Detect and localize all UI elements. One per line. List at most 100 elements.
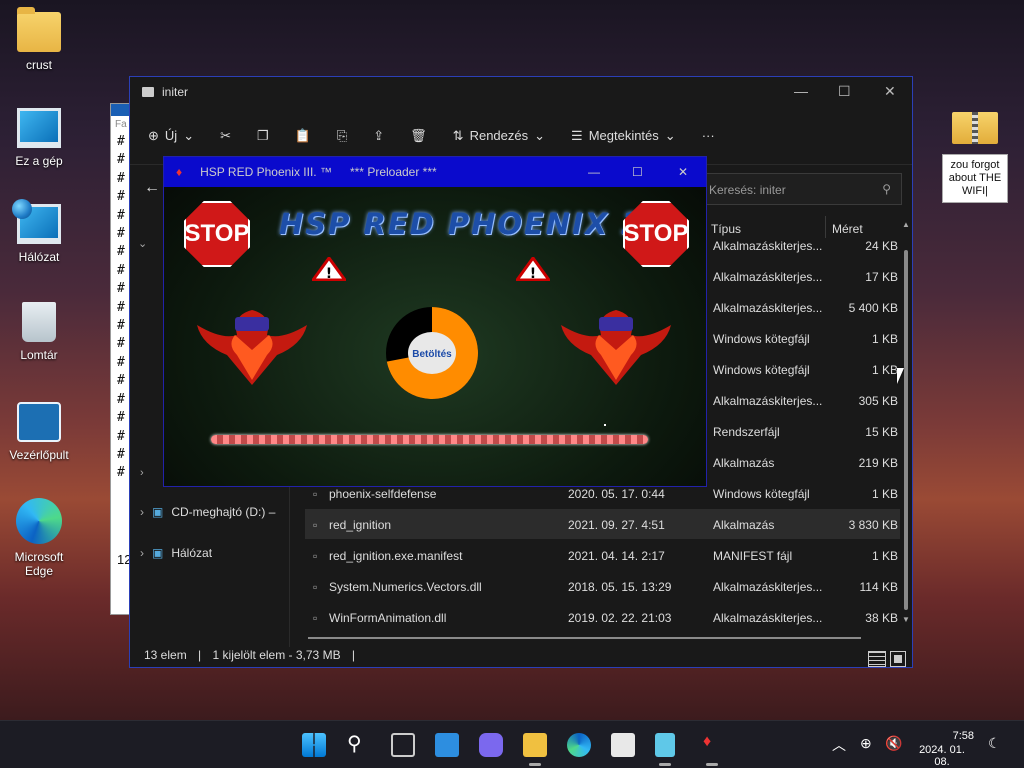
chevron-down-icon[interactable]: ⌄ — [138, 237, 147, 250]
rename-icon[interactable]: ⎘ — [337, 128, 347, 144]
store-icon[interactable] — [611, 733, 635, 757]
file-size: 3 830 KB — [848, 518, 898, 532]
file-date: 2020. 05. 17. 0:44 — [568, 487, 665, 501]
search-icon[interactable]: ⚲ — [347, 731, 371, 755]
minimize-button[interactable]: — — [588, 165, 600, 179]
delete-icon[interactable]: 🗑 — [410, 128, 427, 144]
network-icon — [12, 199, 61, 244]
stop-sign-icon: STOP — [623, 201, 689, 267]
desktop-icon-edge[interactable]: Microsoft Edge — [0, 498, 78, 578]
loading-ring: Betöltés — [386, 307, 478, 399]
start-icon[interactable] — [302, 733, 326, 757]
svg-text:!: ! — [326, 266, 332, 281]
widgets-icon[interactable] — [435, 733, 459, 757]
view-icon: ☰ — [571, 127, 583, 143]
file-size: 17 KB — [865, 270, 898, 284]
clock[interactable]: 7:58 2024. 01. 08. — [910, 730, 974, 768]
desktop-icon-crust[interactable]: crust — [0, 7, 78, 72]
phoenix-app-icon[interactable]: ♦ — [703, 733, 727, 757]
view-button[interactable]: ☰ Megtekintés ⌄ — [571, 128, 676, 144]
active-indicator — [706, 763, 718, 766]
plus-icon: ⊕ — [148, 127, 159, 143]
phoenix-logo-icon — [561, 310, 671, 385]
maximize-button[interactable]: ☐ — [632, 165, 643, 179]
file-size: 1 KB — [871, 363, 898, 377]
tiles-view-icon[interactable] — [890, 651, 906, 667]
file-icon: ▫ — [313, 487, 318, 501]
notepad-icon[interactable] — [655, 733, 675, 757]
nav-item-cd-drive[interactable]: › ▣ CD-meghajtó (D:) – — [140, 505, 275, 519]
preloader-window[interactable]: ♦ HSP RED Phoenix III. ™ *** Preloader *… — [163, 156, 707, 487]
close-button[interactable]: ✕ — [884, 83, 896, 100]
close-button[interactable]: ✕ — [678, 165, 688, 179]
chevron-right-icon: › — [140, 505, 144, 519]
clock-date: 2024. 01. 08. — [919, 744, 965, 768]
file-name: phoenix-selfdefense — [329, 487, 437, 501]
share-icon[interactable]: ⇪ — [373, 128, 384, 144]
paste-icon[interactable]: 📋 — [295, 128, 311, 144]
file-row[interactable]: ▫ WinFormAnimation.dll 2019. 02. 22. 21:03… — [305, 602, 900, 632]
file-row[interactable]: ▫ System.Numerics.Vectors.dll 2018. 05. 15… — [305, 571, 900, 601]
file-size: 15 KB — [865, 425, 898, 439]
cut-icon[interactable]: ✂ — [220, 128, 231, 144]
zip-folder-icon[interactable] — [952, 112, 998, 144]
file-type: Alkalmazás — [713, 456, 775, 470]
file-icon: ▫ — [313, 518, 318, 532]
scroll-up-icon[interactable]: ▲ — [902, 220, 910, 229]
search-input[interactable]: Keresés: initer ⚲ — [700, 173, 902, 205]
file-date: 2021. 09. 27. 4:51 — [568, 518, 665, 532]
vertical-scrollbar[interactable] — [903, 222, 909, 620]
desktop-icon-recycle-bin[interactable]: Lomtár — [0, 302, 78, 362]
file-name: WinFormAnimation.dll — [329, 611, 447, 625]
chevron-right-icon: › — [140, 546, 144, 560]
status-divider: | — [351, 648, 356, 662]
minimize-button[interactable]: — — [794, 83, 808, 99]
chevron-down-icon: ⌄ — [534, 127, 546, 143]
file-type: Rendszerfájl — [713, 425, 780, 439]
copy-icon[interactable]: ❐ — [257, 128, 269, 144]
maximize-button[interactable]: ☐ — [838, 83, 851, 100]
phoenix-logo-icon — [197, 310, 307, 385]
volume-muted-icon[interactable]: 🔇 — [885, 735, 902, 752]
file-name: red_ignition — [329, 518, 392, 532]
edge-icon[interactable] — [567, 733, 591, 757]
file-date: 2021. 04. 14. 2:17 — [568, 549, 665, 563]
sort-button[interactable]: ⇅ Rendezés ⌄ — [453, 128, 545, 144]
stop-label: STOP — [184, 220, 250, 247]
chat-icon[interactable] — [479, 733, 503, 757]
active-indicator — [529, 763, 541, 766]
file-row[interactable]: ▫ red_ignition.exe.manifest 2021. 04. 14. … — [305, 540, 900, 570]
desktop-icon-this-pc[interactable]: Ez a gép — [0, 108, 78, 168]
scrollbar-thumb[interactable] — [904, 250, 908, 610]
preloader-titlebar: ♦ HSP RED Phoenix III. ™ *** Preloader *… — [164, 157, 706, 187]
new-label: Új — [164, 128, 178, 143]
details-view-icon[interactable] — [868, 651, 886, 667]
desktop-icon-label: Lomtár — [20, 348, 58, 362]
desktop-icon-network[interactable]: Hálózat — [0, 199, 78, 264]
language-globe-icon[interactable]: ⊕ — [860, 735, 872, 752]
nav-label: Hálózat — [171, 546, 213, 560]
back-arrow-icon[interactable]: ← — [144, 179, 160, 197]
chevron-up-icon[interactable]: ︿ — [832, 735, 846, 755]
status-bar: 13 elem | 1 kijelölt elem - 3,73 MB | — [144, 648, 355, 662]
desktop-icon-label: Vezérlőpult — [9, 448, 69, 462]
horizontal-scrollbar[interactable] — [308, 637, 861, 639]
moon-icon[interactable]: ☾ — [988, 735, 1001, 752]
task-view-icon[interactable] — [391, 733, 415, 757]
file-explorer-icon[interactable] — [523, 733, 547, 757]
scroll-down-icon[interactable]: ▼ — [902, 615, 910, 624]
file-type: Alkalmazáskiterjes... — [713, 611, 823, 625]
chevron-right-icon[interactable]: › — [140, 467, 144, 479]
more-button[interactable]: ··· — [702, 128, 715, 143]
desktop-icon-label: crust — [25, 58, 52, 72]
file-row[interactable]: ▫ red_ignition 2021. 09. 27. 4:51 Alkalmazá… — [305, 509, 900, 539]
desktop-icon-control-panel[interactable]: Vezérlőpult — [0, 402, 78, 462]
sticky-note[interactable]: zou forgot about THE WIFI| — [942, 154, 1008, 203]
status-count: 13 elem — [144, 648, 187, 662]
nav-label: CD-meghajtó (D:) – — [171, 505, 276, 519]
nav-item-network[interactable]: › ▣ Hálózat — [140, 546, 212, 560]
desktop-icon-label: Ez a gép — [15, 154, 63, 168]
stop-label: STOP — [623, 220, 689, 247]
new-button[interactable]: ⊕ Új ⌄ — [148, 128, 194, 144]
file-name: System.Numerics.Vectors.dll — [329, 580, 482, 594]
